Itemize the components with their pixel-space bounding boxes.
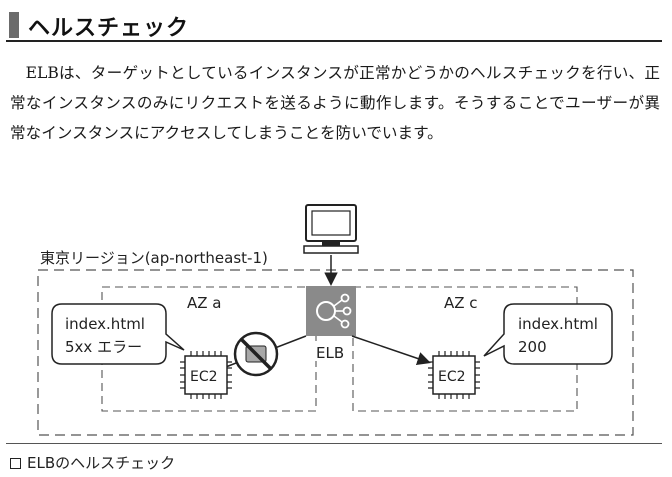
client-computer-icon (303, 204, 359, 254)
healthy-route-arrow (351, 335, 431, 365)
heading-title: ヘルスチェック (28, 16, 190, 41)
elb-healthcheck-diagram: 東京リージョン(ap-northeast-1) AZ a AZ c ELB EC… (36, 204, 634, 436)
az-a-label: AZ a (187, 294, 222, 312)
ec2-left-label: EC2 (190, 369, 218, 385)
callout-left-line2: 5xx エラー (65, 338, 142, 356)
caption-text: ELBのヘルスチェック (27, 454, 176, 472)
callout-left-line1: index.html (65, 315, 145, 333)
caption-square-icon (10, 458, 21, 469)
prohibited-icon (233, 331, 279, 377)
region-label: 東京リージョン(ap-northeast-1) (40, 249, 268, 267)
ec2-right-label: EC2 (438, 369, 466, 385)
callout-right-line2: 200 (518, 338, 547, 356)
figure-caption: ELBのヘルスチェック (10, 452, 175, 473)
az-c-label: AZ c (444, 294, 478, 312)
caption-divider (6, 443, 662, 444)
heading-marker (9, 12, 19, 38)
section-heading: ヘルスチェック (6, 4, 662, 42)
body-paragraph: ELBは、ターゲットとしているインスタンスが正常かどうかのヘルスチェックを行い、… (10, 64, 660, 142)
callout-right-line1: index.html (518, 315, 598, 333)
callout-right-bubble (483, 303, 613, 365)
elb-label: ELB (316, 344, 344, 362)
elb-icon (306, 286, 356, 336)
